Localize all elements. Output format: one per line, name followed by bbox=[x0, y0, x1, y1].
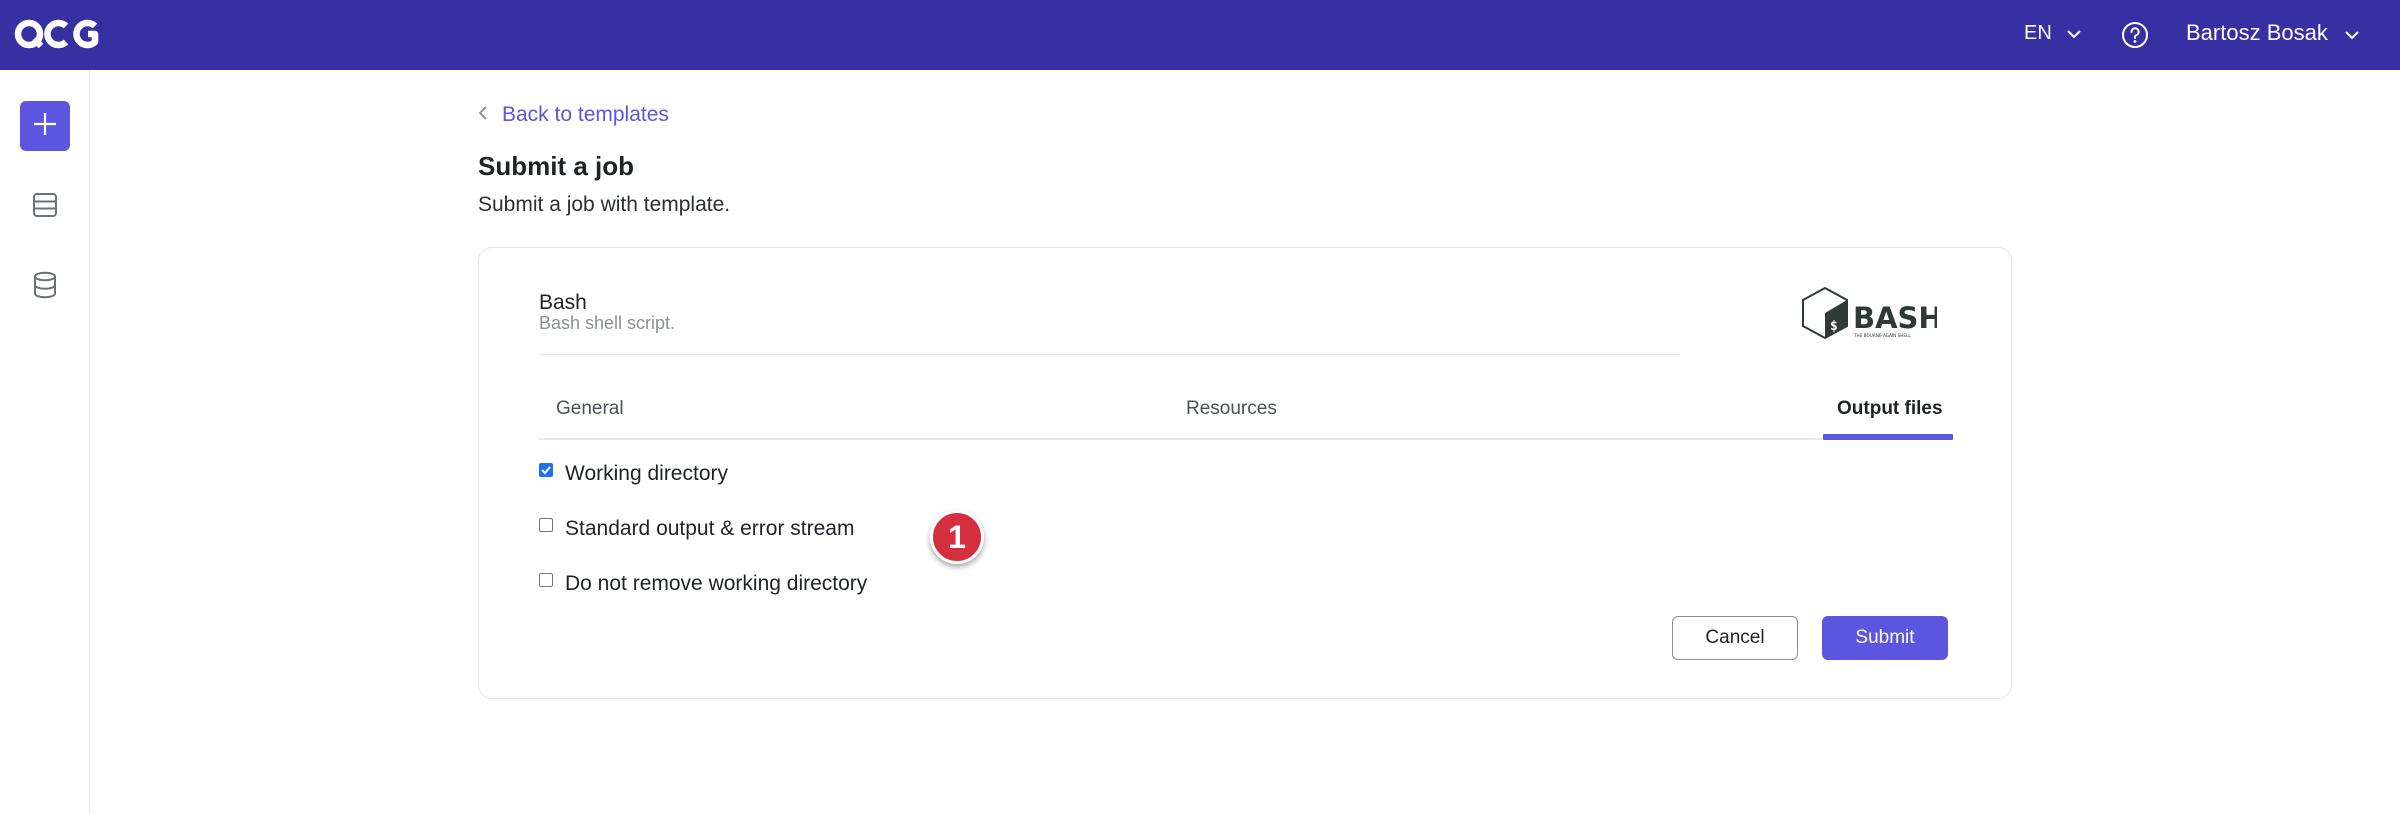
working-directory-checkbox[interactable] bbox=[539, 463, 553, 477]
option-standard-output[interactable]: Standard output & error stream bbox=[539, 517, 854, 541]
option-keep-working-directory[interactable]: Do not remove working directory bbox=[539, 572, 867, 596]
bash-logo-text: BASH bbox=[1853, 301, 1937, 335]
language-label: EN bbox=[2024, 22, 2052, 44]
option-label: Do not remove working directory bbox=[565, 572, 868, 595]
job-form-card: Bash Bash shell script. $ BASH THE BOURN… bbox=[478, 247, 2012, 699]
chevron-left-icon bbox=[478, 103, 488, 127]
page-subtitle: Submit a job with template. bbox=[478, 193, 731, 216]
help-icon[interactable] bbox=[2121, 21, 2149, 49]
svg-text:$: $ bbox=[1830, 319, 1838, 334]
chevron-down-icon bbox=[2344, 20, 2360, 46]
template-description: Bash shell script. bbox=[539, 313, 676, 333]
plus-icon bbox=[32, 111, 58, 142]
tab-resources[interactable]: Resources bbox=[1186, 378, 1277, 440]
bash-logo: $ BASH THE BOURNE-AGAIN SHELL bbox=[1797, 286, 1943, 346]
cancel-button[interactable]: Cancel bbox=[1672, 616, 1798, 660]
option-label: Working directory bbox=[565, 462, 728, 485]
new-job-button[interactable] bbox=[20, 101, 70, 151]
top-bar: EN Bartosz Bosak bbox=[0, 0, 2400, 70]
submit-button[interactable]: Submit bbox=[1822, 616, 1948, 660]
active-tab-indicator bbox=[1823, 434, 1953, 440]
page-title: Submit a job bbox=[478, 151, 634, 181]
back-link-label: Back to templates bbox=[502, 103, 669, 126]
chevron-down-icon bbox=[2066, 22, 2082, 45]
user-name: Bartosz Bosak bbox=[2186, 20, 2328, 45]
list-icon[interactable] bbox=[30, 190, 60, 220]
language-selector[interactable]: EN bbox=[2024, 22, 2082, 45]
tab-output-files[interactable]: Output files bbox=[1837, 378, 1943, 440]
tab-general[interactable]: General bbox=[556, 378, 624, 440]
divider bbox=[539, 354, 1679, 355]
standard-output-checkbox[interactable] bbox=[539, 518, 553, 532]
option-label: Standard output & error stream bbox=[565, 517, 855, 540]
back-to-templates-link[interactable]: Back to templates bbox=[478, 103, 669, 127]
sidebar bbox=[0, 70, 90, 814]
qcg-logo[interactable] bbox=[14, 14, 100, 54]
option-working-directory[interactable]: Working directory bbox=[539, 462, 728, 486]
keep-working-directory-checkbox[interactable] bbox=[539, 573, 553, 587]
step-marker-badge: 1 bbox=[930, 510, 984, 564]
database-icon[interactable] bbox=[30, 270, 60, 300]
template-name: Bash bbox=[539, 291, 587, 314]
bash-logo-tagline: THE BOURNE-AGAIN SHELL bbox=[1853, 333, 1911, 338]
tab-bar: General Resources Output files bbox=[539, 378, 1953, 440]
user-menu[interactable]: Bartosz Bosak bbox=[2186, 20, 2360, 46]
